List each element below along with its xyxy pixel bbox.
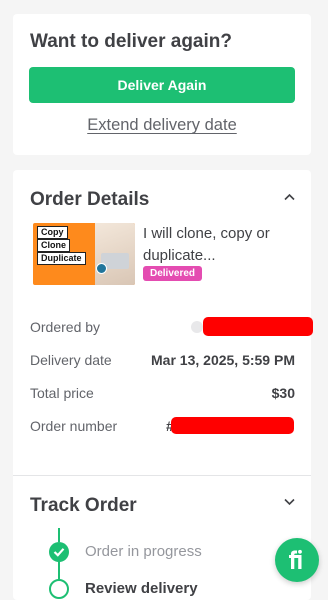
redacted-username [203, 317, 313, 336]
total-price-row: Total price $30 [30, 385, 295, 401]
thumbnail-label-duplicate: Duplicate [37, 252, 86, 265]
delivery-date-label: Delivery date [30, 352, 112, 368]
order-number-label: Order number [30, 418, 118, 434]
extend-delivery-link[interactable]: Extend delivery date [13, 116, 311, 135]
delivery-date-row: Delivery date Mar 13, 2025, 5:59 PM [30, 352, 295, 368]
chevron-up-icon[interactable] [284, 192, 295, 203]
step-review-delivery: Review delivery [85, 580, 198, 597]
fiverr-logo-icon[interactable] [275, 538, 319, 582]
thumbnail-label-copy: Copy [37, 226, 68, 239]
step-order-in-progress: Order in progress [85, 543, 202, 560]
gig-title[interactable]: I will clone, copy or duplicate... [143, 223, 293, 267]
thumbnail-label-clone: Clone [37, 239, 71, 252]
deliver-again-button[interactable]: Deliver Again [29, 67, 295, 103]
redacted-order-number [171, 417, 294, 434]
delivery-date-value: Mar 13, 2025, 5:59 PM [151, 352, 295, 368]
order-number-row: Order number # [30, 417, 295, 434]
wordpress-icon [96, 263, 107, 274]
divider [13, 475, 311, 476]
deliver-again-title: Want to deliver again? [30, 31, 232, 52]
order-details-title: Order Details [30, 189, 150, 210]
ordered-by-label: Ordered by [30, 319, 101, 335]
deliver-again-card: Want to deliver again? Deliver Again Ext… [13, 14, 311, 155]
track-line [58, 528, 60, 542]
check-icon [49, 542, 69, 562]
ordered-by-row: Ordered by [30, 317, 313, 336]
order-details-card: Order Details Copy Clone Duplicate I wil… [13, 170, 313, 600]
avatar[interactable] [191, 321, 203, 333]
track-order-title: Track Order [30, 495, 137, 516]
step-indicator [49, 579, 69, 599]
total-price-value: $30 [271, 385, 295, 401]
status-badge: Delivered [143, 266, 203, 281]
gig-thumbnail[interactable]: Copy Clone Duplicate [33, 223, 135, 285]
track-line [58, 560, 60, 580]
chevron-down-icon[interactable] [284, 496, 295, 507]
total-price-label: Total price [30, 385, 94, 401]
